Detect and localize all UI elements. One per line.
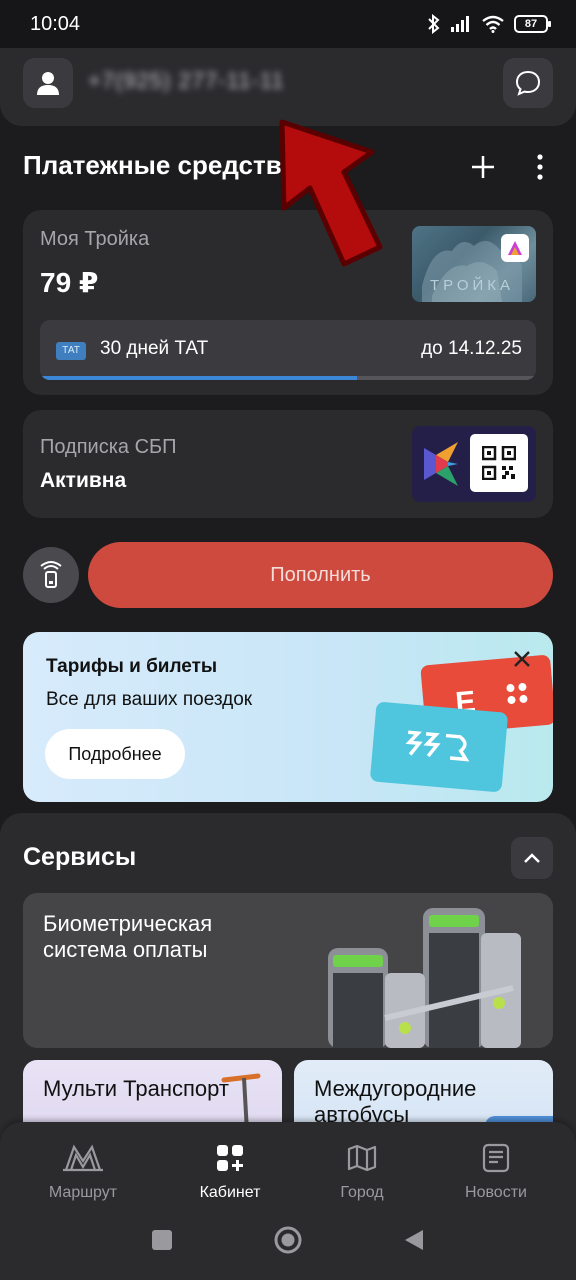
sbp-card[interactable]: Подписка СБП Активна	[23, 410, 553, 518]
status-icons: 87	[427, 14, 551, 34]
annotation-arrow-icon	[279, 119, 383, 267]
bottom-navigation: Маршрут Кабинет Город Новости	[0, 1122, 576, 1280]
cabinet-icon	[217, 1145, 243, 1171]
qr-code-icon	[470, 434, 528, 492]
collapse-services-button[interactable]	[511, 837, 553, 879]
ticket-tag-icon: ТАТ	[56, 342, 86, 360]
home-icon[interactable]	[273, 1225, 303, 1255]
status-time: 10:04	[30, 13, 81, 35]
sbp-label: Подписка СБП	[40, 436, 177, 458]
signal-icon	[451, 16, 469, 32]
phone-number: +7(925) 277-11-11	[88, 68, 285, 93]
ticket-name: 30 дней ТАТ	[100, 338, 209, 359]
map-icon	[347, 1144, 377, 1172]
close-icon[interactable]	[513, 650, 531, 668]
nav-item-news[interactable]: Новости	[436, 1140, 556, 1202]
chevron-up-icon	[524, 853, 540, 863]
ticket-row[interactable]: ТАТ 30 дней ТАТ до 14.12.25	[40, 320, 536, 380]
promo-more-button[interactable]: Подробнее	[45, 729, 185, 779]
troika-card-image: ТРОЙКА	[412, 226, 536, 302]
troika-logo-icon	[501, 234, 529, 262]
profile-button[interactable]	[23, 58, 73, 108]
ticket-valid-until: до 14.12.25	[421, 338, 522, 359]
nav-item-cabinet[interactable]: Кабинет	[170, 1140, 290, 1202]
add-payment-button[interactable]	[468, 152, 498, 182]
blue-ticket-image	[369, 701, 509, 793]
battery-icon: 87	[514, 15, 551, 33]
promo-title: Тарифы и билеты	[46, 656, 218, 677]
chat-button[interactable]	[503, 58, 553, 108]
troika-card-text: ТРОЙКА	[430, 277, 515, 294]
troika-balance: 79 ₽	[40, 267, 99, 298]
user-icon	[37, 72, 59, 95]
top-up-button[interactable]: Пополнить	[88, 542, 553, 608]
sbp-card-image	[412, 426, 536, 502]
nfc-button[interactable]	[23, 547, 79, 603]
back-icon[interactable]	[403, 1228, 425, 1252]
troika-label: Моя Тройка	[40, 228, 150, 250]
nav-item-city[interactable]: Город	[302, 1140, 422, 1202]
turnstile-image	[328, 908, 521, 1048]
sbp-status: Активна	[40, 469, 127, 492]
status-bar: 10:04 87	[0, 0, 576, 48]
tariffs-promo-banner[interactable]: E Тарифы и билеты Все для ваших поездок …	[23, 632, 553, 802]
ticket-progress-bar	[40, 376, 536, 380]
nav-item-route[interactable]: Маршрут	[23, 1140, 143, 1202]
more-options-icon[interactable]	[532, 152, 548, 182]
news-icon	[482, 1143, 510, 1173]
payment-methods-title: Платежные средства	[23, 150, 296, 180]
system-navigation	[0, 1200, 576, 1280]
services-title: Сервисы	[23, 843, 137, 871]
chat-icon	[515, 70, 541, 96]
biometric-payment-card[interactable]: Биометрическая система оплаты	[23, 893, 553, 1048]
sbp-logo-icon	[424, 442, 458, 486]
ticket-progress-fill	[40, 376, 358, 380]
promo-subtitle: Все для ваших поездок	[46, 689, 253, 710]
wifi-icon	[482, 15, 504, 33]
biometric-card-title: Биометрическая система оплаты	[43, 911, 213, 962]
bluetooth-icon	[428, 14, 440, 34]
recent-apps-icon[interactable]	[151, 1229, 173, 1251]
nfc-icon	[40, 561, 62, 588]
metro-icon	[63, 1144, 103, 1172]
